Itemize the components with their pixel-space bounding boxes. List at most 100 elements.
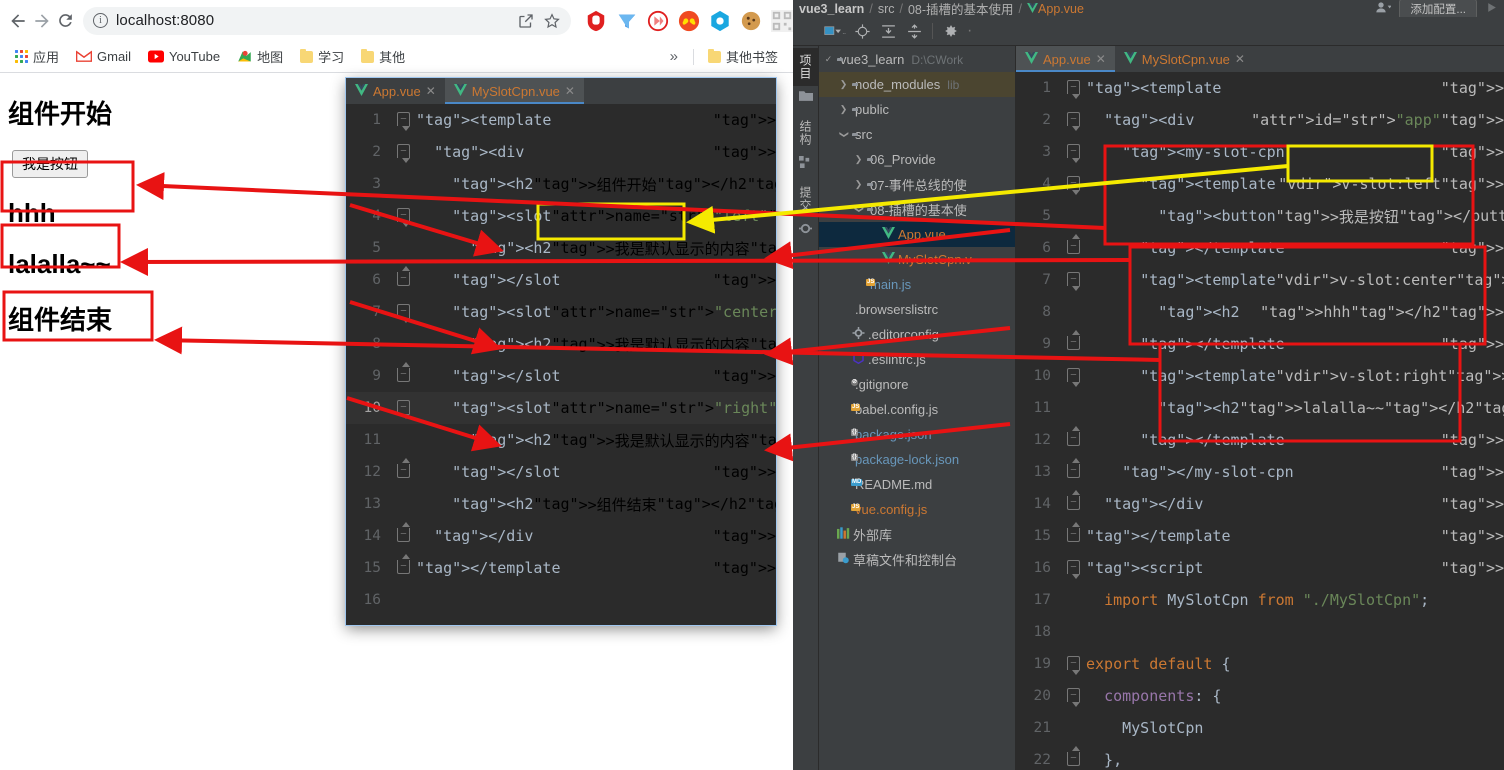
code-line[interactable]: 15– "tag"></template "tag" >> — [346, 552, 776, 584]
code-line[interactable]: 5 "tag"><h2"tag">>我是默认显示的内容"tag"></h2"ta… — [346, 232, 776, 264]
breadcrumb-file[interactable]: App.vue — [1038, 2, 1084, 16]
address-bar[interactable]: i localhost:8080 — [83, 6, 571, 35]
fold-close-icon[interactable]: – — [1067, 426, 1080, 446]
fold-gutter[interactable] — [392, 168, 416, 200]
chevron-down-icon[interactable] — [838, 129, 849, 140]
fold-gutter[interactable]: – — [1062, 232, 1086, 264]
fold-gutter[interactable]: – — [1062, 136, 1086, 168]
fold-gutter[interactable] — [392, 584, 416, 616]
chevron-down-icon[interactable] — [853, 204, 864, 215]
code-line[interactable]: 16 — [346, 584, 776, 616]
bookmark-folder-other[interactable]: 其他 — [354, 44, 412, 69]
chevron-right-icon[interactable] — [853, 179, 864, 190]
close-icon[interactable]: ✕ — [426, 84, 436, 98]
tree-item-.browserslistrc[interactable]: .browserslistrc — [819, 297, 1015, 322]
sidebar-item-project[interactable]: 项目 — [793, 48, 818, 86]
chevron-right-icon[interactable] — [853, 154, 864, 165]
tree-item-.eslintrc.js[interactable]: .eslintrc.js — [819, 347, 1015, 372]
tree-item-package-lock.json[interactable]: {} package-lock.json — [819, 447, 1015, 472]
tree-item-main.js[interactable]: JS main.js — [819, 272, 1015, 297]
tree-item-[interactable]: 草稿文件和控制台 — [819, 547, 1015, 572]
tree-item-README.md[interactable]: MD README.md — [819, 472, 1015, 497]
bookmark-maps[interactable]: 地图 — [230, 44, 290, 69]
code-line[interactable]: 10– "tag"><slot "attr" >name= "str" > "right… — [346, 392, 776, 424]
fold-open-icon[interactable]: – — [1067, 688, 1080, 707]
fold-close-icon[interactable]: – — [397, 362, 410, 382]
tree-item-node_modules[interactable]: node_modules lib — [819, 72, 1015, 97]
code-line[interactable]: 17 import MySlotCpn from "./MySlotCpn"; — [1016, 584, 1504, 616]
fold-gutter[interactable]: – — [1062, 680, 1086, 712]
breadcrumb-folder[interactable]: 08-插槽的基本使用 — [908, 0, 1014, 17]
code-line[interactable]: 4– "tag"><template "vdir" >v-slot:left "ta… — [1016, 168, 1504, 200]
reload-icon[interactable] — [56, 7, 75, 35]
info-icon[interactable]: i — [93, 13, 108, 28]
fold-close-icon[interactable]: – — [397, 458, 410, 478]
funnel-icon[interactable] — [616, 10, 638, 32]
code-line[interactable]: 22– }, — [1016, 744, 1504, 770]
chevron-right-icon[interactable] — [838, 79, 849, 90]
fold-gutter[interactable]: – — [1062, 168, 1086, 200]
chevron-right-icon[interactable] — [838, 104, 849, 115]
tree-item-vue3_learn[interactable]: ✓ vue3_learn D:\CWork — [819, 47, 1015, 72]
code-line[interactable]: 13 "tag"><h2"tag">>组件结束"tag"></h2"tag">> — [346, 488, 776, 520]
fold-close-icon[interactable]: – — [1067, 458, 1080, 478]
fold-open-icon[interactable]: – — [1067, 80, 1080, 99]
tab-App-vue[interactable]: App.vue ✕ — [346, 78, 445, 104]
tree-item-package.json[interactable]: {} package.json — [819, 422, 1015, 447]
fold-close-icon[interactable]: – — [397, 522, 410, 542]
code-editor-myslotcpn-vue[interactable]: 1– "tag"><template "tag" >> 2– "tag"><div "ta… — [346, 104, 776, 625]
fold-gutter[interactable] — [392, 488, 416, 520]
tree-item-vue.config.js[interactable]: JS vue.config.js — [819, 497, 1015, 522]
infinity-icon[interactable] — [678, 10, 700, 32]
fold-gutter[interactable]: – — [392, 552, 416, 584]
fold-gutter[interactable]: – — [1062, 648, 1086, 680]
code-editor-app-vue[interactable]: 1– "tag"><template "tag" >> 2– "tag"><div "a… — [1016, 72, 1504, 770]
fast-forward-icon[interactable] — [647, 10, 669, 32]
forward-icon[interactable] — [32, 7, 52, 35]
fold-open-icon[interactable]: – — [397, 208, 410, 227]
bookmark-youtube[interactable]: YouTube — [141, 46, 227, 67]
fold-open-icon[interactable]: – — [397, 304, 410, 323]
tree-item-.editorconfig[interactable]: .editorconfig — [819, 322, 1015, 347]
fold-gutter[interactable]: – — [392, 264, 416, 296]
fold-close-icon[interactable]: – — [1067, 234, 1080, 254]
sidebar-item-commit[interactable]: 提交 — [793, 180, 818, 218]
code-line[interactable]: 14– "tag"></div "tag" >> — [1016, 488, 1504, 520]
bookmark-gmail[interactable]: Gmail — [69, 46, 138, 67]
fold-close-icon[interactable]: – — [397, 554, 410, 574]
code-line[interactable]: 21 MySlotCpn — [1016, 712, 1504, 744]
gear-icon[interactable] — [938, 20, 964, 42]
code-line[interactable]: 3– "tag"><my-slot-cpn "tag" >> — [1016, 136, 1504, 168]
code-line[interactable]: 8 "tag"><h2"tag">>我是默认显示的内容"tag"></h2"ta… — [346, 328, 776, 360]
tree-item-07-[interactable]: 07-事件总线的使 — [819, 172, 1015, 197]
fold-gutter[interactable]: – — [1062, 520, 1086, 552]
fold-gutter[interactable] — [1062, 296, 1086, 328]
fold-gutter[interactable] — [1062, 200, 1086, 232]
bookmarks-overflow-icon[interactable]: » — [662, 48, 686, 65]
qr-icon[interactable] — [771, 9, 793, 32]
fold-close-icon[interactable]: – — [1067, 330, 1080, 350]
tab-MySlotCpn-vue[interactable]: MySlotCpn.vue ✕ — [444, 78, 585, 104]
structure-icon[interactable] — [798, 155, 814, 169]
project-folder-icon[interactable] — [798, 89, 814, 103]
fold-gutter[interactable]: – — [392, 456, 416, 488]
fold-open-icon[interactable]: – — [1067, 112, 1080, 131]
star-icon[interactable] — [543, 12, 561, 30]
code-line[interactable]: 14– "tag"></div "tag" >> — [346, 520, 776, 552]
fold-gutter[interactable]: – — [392, 104, 416, 136]
code-line[interactable]: 2– "tag"><div "attr" >id= "str" > "app" "tag"… — [1016, 104, 1504, 136]
code-line[interactable]: 10– "tag"><template "vdir" >v-slot:right "… — [1016, 360, 1504, 392]
tab-MySlotCpn-vue[interactable]: MySlotCpn.vue ✕ — [1115, 46, 1254, 72]
code-line[interactable]: 15– "tag"></template "tag" >> — [1016, 520, 1504, 552]
code-line[interactable]: 9– "tag"></slot "tag" >> — [346, 360, 776, 392]
run-configuration-selector[interactable]: 添加配置... — [1399, 0, 1477, 17]
fold-gutter[interactable] — [392, 424, 416, 456]
fold-open-icon[interactable]: – — [1067, 272, 1080, 291]
target-icon[interactable] — [849, 20, 875, 42]
back-icon[interactable] — [8, 7, 28, 35]
tree-item-src[interactable]: src — [819, 122, 1015, 147]
fold-gutter[interactable] — [392, 328, 416, 360]
fold-gutter[interactable]: – — [1062, 360, 1086, 392]
fold-gutter[interactable]: – — [1062, 104, 1086, 136]
tab-App-vue[interactable]: App.vue ✕ — [1016, 46, 1115, 72]
